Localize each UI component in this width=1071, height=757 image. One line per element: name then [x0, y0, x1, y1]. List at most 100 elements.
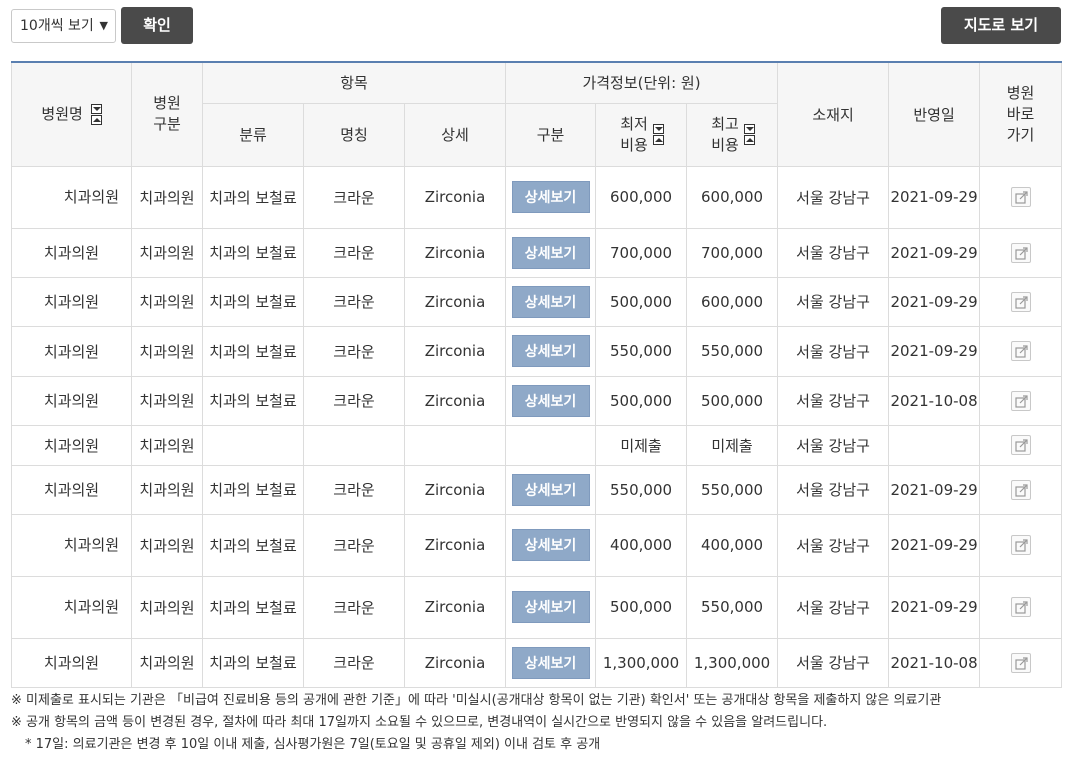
hospital-name-cell[interactable]: 치과의원: [11, 513, 132, 577]
go-hospital-cell: [979, 464, 1063, 515]
go-hospital-cell: [979, 575, 1063, 639]
item-detail-cell: Zirconia: [403, 513, 507, 577]
header-hospital-name[interactable]: 병원명: [11, 61, 132, 167]
external-link-icon[interactable]: [1010, 291, 1031, 312]
hospital-name[interactable]: 치과의원: [12, 435, 131, 456]
hospital-name[interactable]: 치과의원: [24, 534, 119, 556]
category-cell: 치과의 보철료: [202, 165, 304, 229]
sort-asc-icon[interactable]: [744, 135, 756, 145]
header-max-cost[interactable]: 최고 비용: [686, 102, 779, 167]
item-detail-cell: Zirconia: [403, 375, 507, 426]
min-cost-cell: 1,300,000: [595, 637, 688, 688]
detail-view-button[interactable]: 상세보기: [511, 181, 590, 213]
hospital-name-cell[interactable]: 치과의원: [11, 637, 132, 688]
hospital-name-cell[interactable]: 치과의원: [11, 227, 132, 278]
external-link-icon[interactable]: [1010, 187, 1031, 207]
header-location: 소재지: [777, 61, 890, 167]
hospital-name-cell[interactable]: 치과의원: [11, 325, 132, 377]
item-detail-cell: Zirconia: [403, 165, 507, 229]
header-min-cost[interactable]: 최저 비용: [595, 102, 688, 167]
item-detail-cell: [403, 424, 507, 466]
category-cell: 치과의 보철료: [202, 513, 304, 577]
map-view-button[interactable]: 지도로 보기: [941, 7, 1061, 44]
sort-icon[interactable]: [653, 124, 665, 145]
hospital-name[interactable]: 치과의원: [12, 291, 131, 312]
table-row: 치과의원 치과의원 치과의 보철료 크라운 Zirconia 상세보기 600,000 600…: [11, 165, 1063, 229]
external-link-icon[interactable]: [1010, 435, 1031, 455]
external-link-icon[interactable]: [1010, 597, 1031, 617]
detail-view-button[interactable]: 상세보기: [511, 473, 590, 506]
table-row: 치과의원 치과의원 치과의 보철료 크라운 Zirconia 상세보기 550,000 550…: [11, 464, 1063, 515]
hospital-name-cell[interactable]: 치과의원: [11, 165, 132, 229]
sort-icon[interactable]: [90, 104, 102, 126]
min-cost-cell: 700,000: [595, 227, 688, 278]
hospital-name-cell[interactable]: 치과의원: [11, 424, 132, 466]
min-cost-cell: 400,000: [595, 513, 688, 577]
item-detail-cell: Zirconia: [403, 575, 507, 639]
external-link-icon[interactable]: [1010, 390, 1031, 411]
hospital-name[interactable]: 치과의원: [12, 341, 131, 362]
external-link-icon[interactable]: [1010, 242, 1031, 263]
external-link-icon[interactable]: [1010, 652, 1031, 673]
detail-view-button[interactable]: 상세보기: [511, 591, 590, 623]
confirm-button[interactable]: 확인: [121, 7, 193, 44]
sort-desc-icon[interactable]: [653, 124, 665, 134]
go-hospital-cell: [979, 276, 1063, 327]
price-table: 병원명 병원 구분 항목 가격정보(단위: 원) 소재지 반영일 병원 바로 가…: [11, 61, 1063, 688]
header-price-group: 가격정보(단위: 원): [505, 61, 779, 104]
header-reflected-date: 반영일: [888, 61, 981, 167]
external-link-icon[interactable]: [1010, 535, 1031, 555]
sort-asc-icon[interactable]: [653, 135, 665, 145]
page-size-select[interactable]: 10개씩 보기 ▼: [11, 9, 116, 43]
item-name-cell: 크라운: [303, 575, 405, 639]
hospital-name[interactable]: 치과의원: [24, 186, 119, 208]
item-detail-cell: Zirconia: [403, 325, 507, 377]
item-name-cell: 크라운: [303, 375, 405, 426]
hospital-name-cell[interactable]: 치과의원: [11, 575, 132, 639]
detail-view-button[interactable]: 상세보기: [511, 236, 590, 269]
chevron-down-icon: ▼: [99, 19, 108, 32]
item-name-cell: 크라운: [303, 637, 405, 688]
table-row: 치과의원 치과의원 치과의 보철료 크라운 Zirconia 상세보기 500,000 550…: [11, 575, 1063, 639]
min-cost-cell: 600,000: [595, 165, 688, 229]
detail-view-button[interactable]: 상세보기: [511, 646, 590, 679]
hospital-name[interactable]: 치과의원: [12, 652, 131, 673]
sort-icon[interactable]: [744, 124, 756, 145]
hospital-type-cell: 치과의원: [131, 325, 203, 377]
division-cell: 상세보기: [505, 227, 597, 278]
sort-desc-icon[interactable]: [744, 124, 756, 134]
hospital-name-cell[interactable]: 치과의원: [11, 464, 132, 515]
item-detail-cell: Zirconia: [403, 276, 507, 327]
hospital-type-cell: 치과의원: [131, 464, 203, 515]
header-hospital-type: 병원 구분: [131, 61, 203, 167]
category-cell: 치과의 보철료: [202, 375, 304, 426]
external-link-icon[interactable]: [1010, 341, 1031, 361]
hospital-name[interactable]: 치과의원: [12, 479, 131, 500]
max-cost-cell: 1,300,000: [686, 637, 779, 688]
hospital-name[interactable]: 치과의원: [12, 242, 131, 263]
reflected-date-cell: 2021-09-29: [888, 575, 981, 639]
go-hospital-cell: [979, 165, 1063, 229]
hospital-name-cell[interactable]: 치과의원: [11, 375, 132, 426]
detail-view-button[interactable]: 상세보기: [511, 285, 590, 318]
hospital-name-cell[interactable]: 치과의원: [11, 276, 132, 327]
header-category: 분류: [202, 102, 304, 167]
external-link-icon[interactable]: [1010, 479, 1031, 500]
sort-desc-icon[interactable]: [90, 104, 102, 115]
category-cell: 치과의 보철료: [202, 464, 304, 515]
detail-view-button[interactable]: 상세보기: [511, 384, 590, 417]
reflected-date-cell: 2021-09-29: [888, 165, 981, 229]
header-detail: 상세: [403, 102, 507, 167]
category-cell: [202, 424, 304, 466]
sort-asc-icon[interactable]: [90, 115, 102, 126]
detail-view-button[interactable]: 상세보기: [511, 335, 590, 367]
hospital-name[interactable]: 치과의원: [24, 596, 119, 618]
division-cell: 상세보기: [505, 575, 597, 639]
hospital-name[interactable]: 치과의원: [12, 390, 131, 411]
table-body: 치과의원 치과의원 치과의 보철료 크라운 Zirconia 상세보기 600,000 600…: [11, 165, 1063, 688]
detail-view-button[interactable]: 상세보기: [511, 529, 590, 561]
item-name-cell: [303, 424, 405, 466]
division-cell: 상세보기: [505, 276, 597, 327]
table-row: 치과의원 치과의원 치과의 보철료 크라운 Zirconia 상세보기 550,000 550…: [11, 325, 1063, 377]
max-cost-cell: 600,000: [686, 276, 779, 327]
